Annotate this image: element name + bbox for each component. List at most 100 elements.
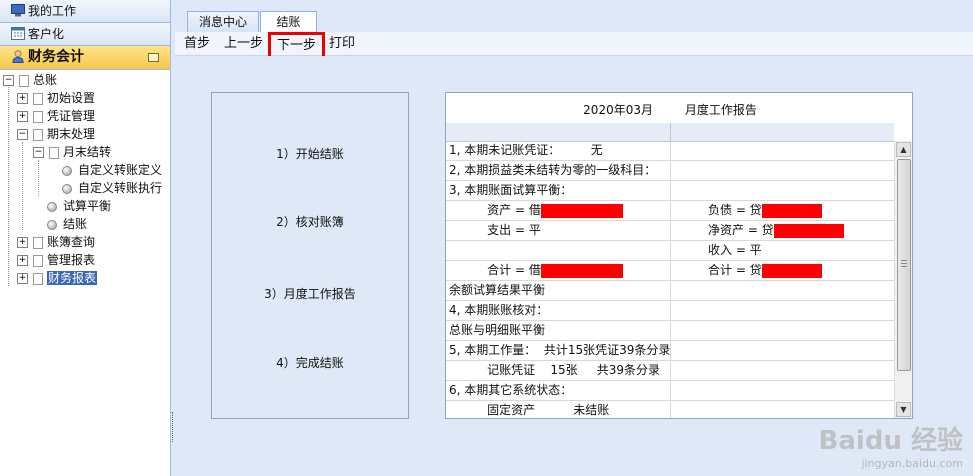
tree-node-ledger-query[interactable]: + 账簿查询 [17,233,95,251]
document-icon [33,254,43,267]
column-divider [670,301,671,320]
tree-node-period-end[interactable]: − 期末处理 [17,125,95,143]
tab-closing[interactable]: 结账 [260,11,317,33]
report-cell-left: 资产 = 借 [449,201,623,220]
tree-node-label: 财务报表 [47,271,98,285]
column-divider [670,221,671,240]
tree-node-label: 自定义转账执行 [78,181,163,195]
collapse-node-icon[interactable]: − [3,75,14,86]
tab-label: 结账 [276,15,301,29]
report-header-row [446,123,894,142]
tab-label: 消息中心 [198,15,247,29]
tree-node-management-reports[interactable]: + 管理报表 [17,251,95,269]
nav-tree: − 总账 + 初始设置 + 凭证管理 − 期末处理 − 月末结转 自定义转账定义 自定义转… [0,70,170,460]
tab-bar: 消息中心 结账 [175,10,973,33]
expand-node-icon[interactable]: + [17,237,28,248]
prev-step-button[interactable]: 上一步 [224,35,263,53]
tree-node-trial-balance[interactable]: 试算平衡 [47,197,111,215]
report-cell-right: 合计 = 贷 [708,261,822,280]
redacted-value [540,203,623,218]
tree-node-financial-reports[interactable]: + 财务报表 [17,269,98,287]
tree-node-label: 总账 [33,73,58,87]
report-period: 2020年03月 [583,103,653,117]
tree-node-label: 管理报表 [47,253,96,267]
steps-panel: 1）开始结账 2）核对账簿 3）月度工作报告 4）完成结账 [211,92,409,419]
collapse-icon[interactable] [148,53,159,62]
report-cell-right: 收入 = 平 [708,243,762,257]
scroll-thumb[interactable] [897,159,911,371]
report-cell-right: 净资产 = 贷 [708,221,844,240]
redacted-value [540,263,623,278]
leaf-icon [62,183,72,194]
watermark: Baidu 经验 jingyan.baidu.com [819,420,963,470]
report-cell-left: 支出 = 平 [449,223,541,237]
report-name: 月度工作报告 [684,103,757,117]
report-row: 收入 = 平 [446,241,894,261]
tree-node-general-ledger[interactable]: − 总账 [3,71,57,89]
step-monthly-report: 3）月度工作报告 [264,287,356,301]
report-cell-left: 4, 本期账账核对： [449,303,549,317]
document-icon [33,236,43,249]
tree-node-initial-setup[interactable]: + 初始设置 [17,89,95,107]
calendar-icon [11,27,25,40]
column-divider [670,261,671,280]
report-cell-left: 合计 = 借 [449,261,623,280]
expand-node-icon[interactable]: + [17,93,28,104]
report-cell-right: 负债 = 贷 [708,201,822,220]
report-row: 资产 = 借 负债 = 贷 [446,201,894,221]
tab-message-center[interactable]: 消息中心 [187,11,259,32]
tree-node-voucher-management[interactable]: + 凭证管理 [17,107,95,125]
section-customization-label: 客户化 [28,27,65,41]
expand-node-icon[interactable]: + [17,273,28,284]
column-divider [670,201,671,220]
tree-node-custom-transfer-def[interactable]: 自定义转账定义 [62,161,162,179]
redacted-value [761,203,822,218]
document-icon [33,110,43,123]
print-button[interactable]: 打印 [329,35,355,53]
document-icon [33,272,43,285]
report-row: 2, 本期损益类未结转为零的一级科目： [446,161,894,181]
report-row: 总账与明细账平衡 [446,321,894,341]
expand-node-icon[interactable]: + [17,255,28,266]
column-divider [670,361,671,380]
tree-node-label: 试算平衡 [63,199,112,213]
report-cell-left: 记账凭证 15张 共39条分录 [449,363,661,377]
report-cell-left: 2, 本期损益类未结转为零的一级科目： [449,163,657,177]
tree-node-closing[interactable]: 结账 [47,215,87,233]
section-my-work[interactable]: 我的工作 [0,0,170,23]
step-finish-closing: 4）完成结账 [276,356,344,370]
collapse-node-icon[interactable]: − [17,129,28,140]
expand-node-icon[interactable]: + [17,111,28,122]
section-finance[interactable]: 财务会计 [0,46,170,70]
tree-node-label: 初始设置 [47,91,96,105]
vertical-scrollbar[interactable]: ▲ ▼ [894,141,912,418]
report-cell-left: 总账与明细账平衡 [449,323,546,337]
scroll-up-icon[interactable]: ▲ [896,142,911,157]
report-cell-left: 固定资产 未结账 [449,403,610,417]
document-icon [49,146,59,159]
column-divider [670,161,671,180]
column-divider [670,281,671,300]
report-cell-left: 3, 本期账面试算平衡： [449,183,573,197]
report-cell-left: 5, 本期工作量： 共计15张凭证39条分录 [449,343,671,357]
collapse-node-icon[interactable]: − [33,147,44,158]
report-row: 余额试算结果平衡 [446,281,894,301]
section-customization[interactable]: 客户化 [0,23,170,46]
step-check-ledgers: 2）核对账簿 [276,215,344,229]
section-my-work-label: 我的工作 [28,4,77,18]
scroll-down-icon[interactable]: ▼ [896,402,911,417]
column-divider [670,381,671,400]
leaf-icon [62,165,72,176]
tree-node-custom-transfer-exec[interactable]: 自定义转账执行 [62,179,162,197]
content-area: 1）开始结账 2）核对账簿 3）月度工作报告 4）完成结账 2020年03月 月… [175,56,973,476]
first-step-button[interactable]: 首步 [184,35,210,53]
report-row: 记账凭证 15张 共39条分录 [446,361,894,381]
leaf-icon [47,201,57,212]
report-title: 2020年03月 月度工作报告 [446,101,894,118]
tree-node-month-end-transfer[interactable]: − 月末结转 [33,143,111,161]
watermark-sub: jingyan.baidu.com [861,457,963,470]
column-divider [670,241,671,260]
column-divider [670,181,671,200]
tree-node-label: 账簿查询 [47,235,96,249]
redacted-value [773,223,844,238]
